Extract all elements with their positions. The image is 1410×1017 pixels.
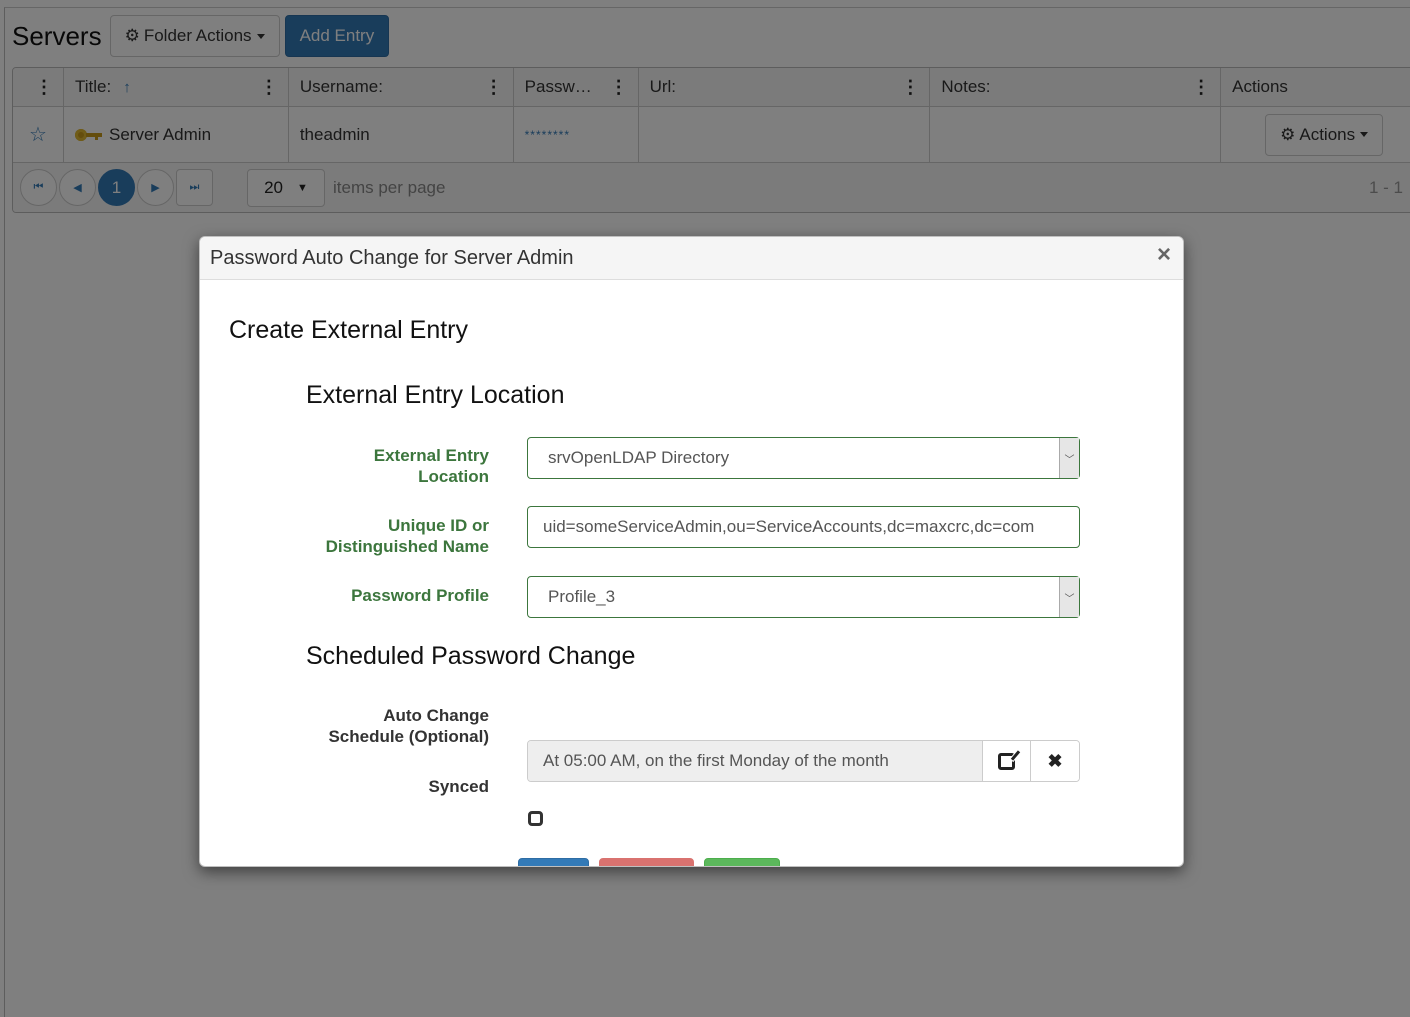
unique-id-value: uid=someServiceAdmin,ou=ServiceAccounts,… <box>543 517 1035 536</box>
password-profile-label: Password Profile <box>351 586 489 605</box>
modal-header: Password Auto Change for Server Admin × <box>200 237 1183 280</box>
auto-change-schedule-group: At 05:00 AM, on the first Monday of the … <box>527 740 1080 782</box>
create-external-entry-heading: Create External Entry <box>229 316 468 344</box>
external-entry-location-select[interactable]: srvOpenLDAP Directory ﹀ <box>527 437 1080 479</box>
edit-schedule-button[interactable] <box>983 741 1031 781</box>
external-entry-location-heading: External Entry Location <box>306 381 565 409</box>
external-entry-location-value: srvOpenLDAP Directory <box>548 448 730 467</box>
chevron-down-icon: ﹀ <box>1059 438 1079 478</box>
scheduled-password-change-heading: Scheduled Password Change <box>306 642 636 670</box>
synced-checkbox[interactable] <box>528 811 543 826</box>
modal-footer-buttons: Save Remove Close <box>518 858 780 866</box>
password-profile-value: Profile_3 <box>548 587 616 606</box>
unique-id-input[interactable]: uid=someServiceAdmin,ou=ServiceAccounts,… <box>527 506 1080 548</box>
unique-id-label: Unique ID or Distinguished Name <box>325 516 489 556</box>
external-entry-location-label: External Entry Location <box>373 446 489 486</box>
chevron-down-icon: ﹀ <box>1059 577 1079 617</box>
modal-title: Password Auto Change for Server Admin <box>210 247 574 269</box>
save-button[interactable]: Save <box>518 858 589 866</box>
auto-change-schedule-label: Auto Change Schedule (Optional) <box>328 706 489 746</box>
close-button[interactable]: Close <box>704 858 780 866</box>
password-auto-change-modal: Password Auto Change for Server Admin × … <box>199 236 1184 867</box>
close-icon[interactable]: × <box>1157 243 1171 267</box>
password-profile-select[interactable]: Profile_3 ﹀ <box>527 576 1080 618</box>
auto-change-schedule-value: At 05:00 AM, on the first Monday of the … <box>528 741 983 781</box>
remove-button[interactable]: Remove <box>598 858 695 866</box>
clear-schedule-button[interactable]: ✖ <box>1031 741 1079 781</box>
clear-x-icon: ✖ <box>1047 750 1063 771</box>
synced-label: Synced <box>428 777 489 796</box>
edit-icon <box>998 752 1015 770</box>
